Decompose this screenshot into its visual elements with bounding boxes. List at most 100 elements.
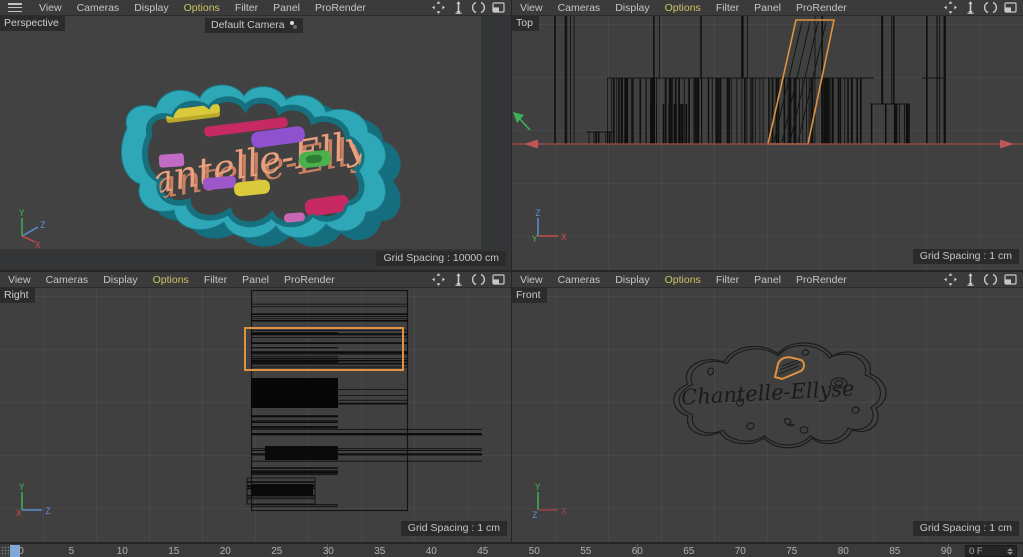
main-menu-icon[interactable]	[8, 3, 22, 12]
menu-item-display[interactable]: Display	[615, 274, 649, 286]
axis-x-label: X	[561, 233, 567, 243]
grid-spacing-label: Grid Spacing : 1 cm	[401, 521, 507, 536]
front-menubar: View Cameras Display Options Filter Pane…	[512, 272, 1023, 288]
menu-item-panel[interactable]: Panel	[754, 2, 781, 14]
selected-object-outline	[775, 357, 804, 379]
axis-z-label: Z	[535, 209, 541, 219]
pan-view-icon[interactable]	[944, 273, 957, 286]
viewport-label-front: Front	[512, 288, 547, 303]
axis-x-label: X	[561, 507, 567, 517]
axis-gizmo-perspective: Y Z X	[8, 208, 48, 248]
top-wireframe	[512, 16, 1023, 270]
menu-item-filter[interactable]: Filter	[235, 2, 258, 14]
dolly-zoom-icon[interactable]	[452, 273, 465, 286]
menu-item-filter[interactable]: Filter	[204, 274, 227, 286]
timeline-ruler[interactable]: 05 1015 2025 3035 4045 5055 6065 7075 80…	[0, 543, 1023, 557]
toggle-active-view-icon[interactable]	[492, 1, 505, 14]
axis-x-label: X	[16, 509, 22, 519]
menu-item-options[interactable]: Options	[665, 2, 701, 14]
axis-y-label: Y	[19, 209, 25, 219]
front-name-text: Chantelle-Ellyse	[681, 376, 855, 409]
rotate-view-icon[interactable]	[472, 273, 485, 286]
dolly-zoom-icon[interactable]	[452, 1, 465, 14]
grid-spacing-label: Grid Spacing : 1 cm	[913, 521, 1019, 536]
axis-y-label: Y	[535, 483, 541, 493]
front-canvas[interactable]: Chantelle-Ellyse Front Y X Z Grid Spacin…	[512, 288, 1023, 542]
menu-item-options[interactable]: Options	[184, 2, 220, 14]
dolly-zoom-icon[interactable]	[964, 1, 977, 14]
frame-spinner-icon[interactable]	[1007, 548, 1013, 555]
viewport-label-perspective: Perspective	[0, 16, 65, 31]
axis-gizmo-front: Y X Z	[524, 478, 570, 524]
viewport-front[interactable]: View Cameras Display Options Filter Pane…	[512, 272, 1023, 543]
menu-item-view[interactable]: View	[39, 2, 62, 14]
axis-z-label: Z	[40, 221, 46, 231]
right-menubar: View Cameras Display Options Filter Pane…	[0, 272, 511, 288]
viewport-nav-icons	[944, 273, 1017, 286]
menu-item-display[interactable]: Display	[134, 2, 168, 14]
axis-x-label: X	[35, 241, 41, 248]
menu-item-prorender[interactable]: ProRender	[284, 274, 335, 286]
timeline-ticks[interactable]: 05 1015 2025 3035 4045 5055 6065 7075 80…	[16, 544, 952, 557]
menu-item-filter[interactable]: Filter	[716, 274, 739, 286]
menu-item-options[interactable]: Options	[153, 274, 189, 286]
axis-gizmo-right: Y Z X	[8, 478, 54, 524]
current-frame-field[interactable]: 0 F	[965, 545, 1017, 557]
right-canvas[interactable]: Right Y Z X Grid Spacing : 1 cm	[0, 288, 511, 542]
menu-item-cameras[interactable]: Cameras	[77, 2, 120, 14]
axis-z-label: Z	[532, 511, 538, 521]
grid-spacing-label: Grid Spacing : 1 cm	[913, 249, 1019, 264]
rotate-view-icon[interactable]	[984, 1, 997, 14]
viewport-label-right: Right	[0, 288, 35, 303]
toggle-active-view-icon[interactable]	[1004, 1, 1017, 14]
timeline-grip[interactable]	[1, 546, 9, 556]
camera-icon	[289, 21, 298, 30]
perspective-render-area[interactable]: Chantelle-Ellyse Chantelle-Ellyse Perspe…	[0, 16, 481, 249]
menu-item-panel[interactable]: Panel	[273, 2, 300, 14]
toggle-active-view-icon[interactable]	[1004, 273, 1017, 286]
pan-view-icon[interactable]	[432, 273, 445, 286]
model-cookie-cutter: Chantelle-Ellyse Chantelle-Ellyse	[0, 16, 481, 249]
top-canvas[interactable]: Top Z X Y Grid Spacing : 1 cm	[512, 16, 1023, 270]
menu-item-cameras[interactable]: Cameras	[558, 274, 601, 286]
menu-item-prorender[interactable]: ProRender	[796, 274, 847, 286]
pan-view-icon[interactable]	[944, 1, 957, 14]
menu-item-filter[interactable]: Filter	[716, 2, 739, 14]
menu-item-display[interactable]: Display	[103, 274, 137, 286]
axis-y-label: Y	[532, 235, 538, 245]
axis-y-label: Y	[19, 483, 25, 493]
menu-item-panel[interactable]: Panel	[242, 274, 269, 286]
perspective-canvas[interactable]: Chantelle-Ellyse Chantelle-Ellyse Perspe…	[0, 16, 511, 270]
menu-item-prorender[interactable]: ProRender	[315, 2, 366, 14]
viewport-perspective[interactable]: View Cameras Display Options Filter Pane…	[0, 0, 511, 271]
viewport-right[interactable]: View Cameras Display Options Filter Pane…	[0, 272, 511, 543]
top-menubar: View Cameras Display Options Filter Pane…	[512, 0, 1023, 16]
rotate-view-icon[interactable]	[984, 273, 997, 286]
viewport-nav-icons	[944, 1, 1017, 14]
rotate-view-icon[interactable]	[472, 1, 485, 14]
perspective-menubar: View Cameras Display Options Filter Pane…	[0, 0, 511, 16]
menu-item-options[interactable]: Options	[665, 274, 701, 286]
dolly-zoom-icon[interactable]	[964, 273, 977, 286]
menu-item-prorender[interactable]: ProRender	[796, 2, 847, 14]
viewport-nav-icons	[432, 1, 505, 14]
pan-view-icon[interactable]	[432, 1, 445, 14]
viewport-label-top: Top	[512, 16, 539, 31]
axis-z-label: Z	[45, 507, 51, 517]
camera-label[interactable]: Default Camera	[205, 18, 303, 33]
front-wireframe: Chantelle-Ellyse	[512, 288, 1023, 542]
menu-item-view[interactable]: View	[8, 274, 31, 286]
grid-spacing-label: Grid Spacing : 10000 cm	[376, 251, 506, 266]
menu-item-view[interactable]: View	[520, 274, 543, 286]
cinema4d-viewport-workspace: View Cameras Display Options Filter Pane…	[0, 0, 1023, 557]
menu-item-cameras[interactable]: Cameras	[46, 274, 89, 286]
menu-item-panel[interactable]: Panel	[754, 274, 781, 286]
viewport-top[interactable]: View Cameras Display Options Filter Pane…	[512, 0, 1023, 271]
viewport-nav-icons	[432, 273, 505, 286]
right-wireframe	[0, 288, 511, 542]
menu-item-view[interactable]: View	[520, 2, 543, 14]
menu-item-display[interactable]: Display	[615, 2, 649, 14]
axis-gizmo-top: Z X Y	[524, 204, 570, 250]
menu-item-cameras[interactable]: Cameras	[558, 2, 601, 14]
toggle-active-view-icon[interactable]	[492, 273, 505, 286]
